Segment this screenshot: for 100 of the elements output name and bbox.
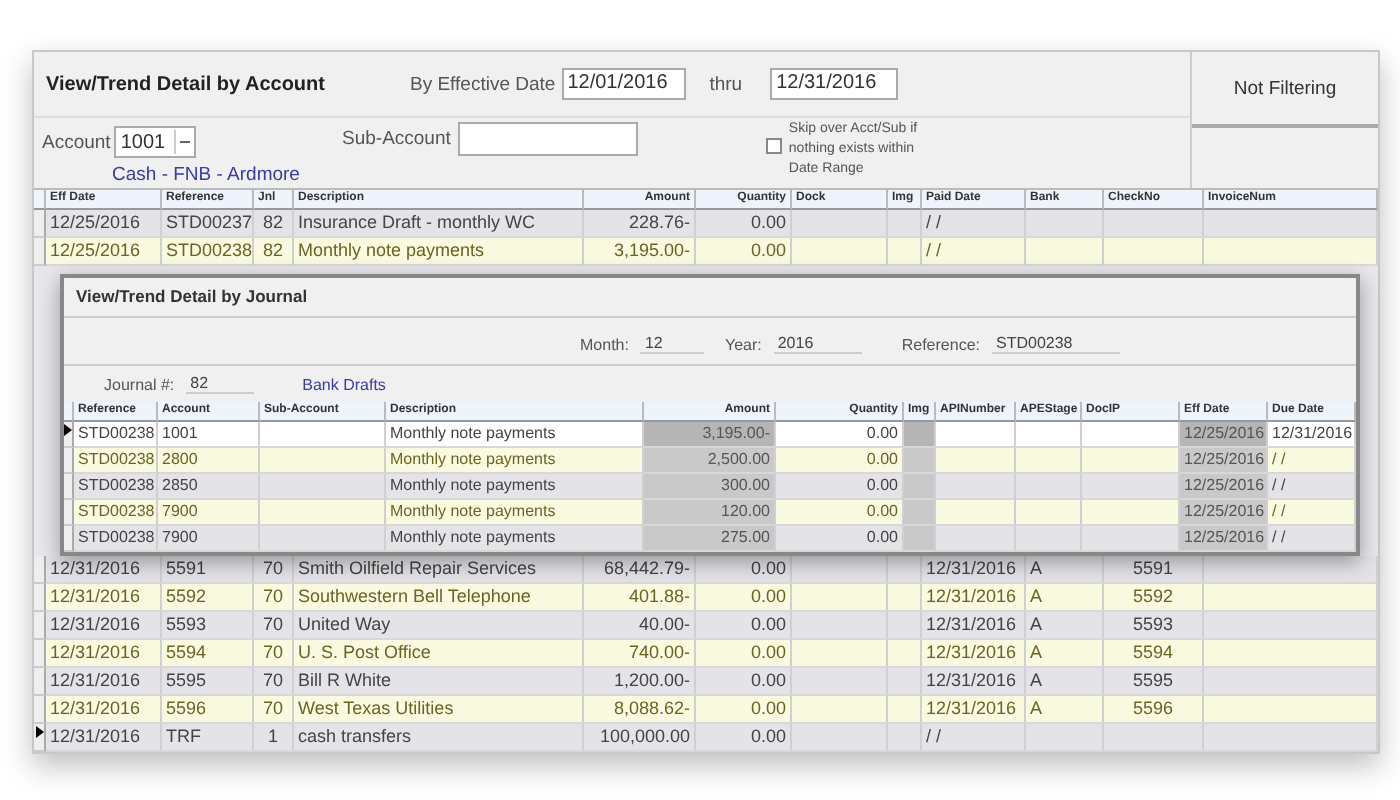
table-cell bbox=[1016, 422, 1082, 448]
table-cell: 70 bbox=[254, 584, 294, 612]
year-field[interactable]: 2016 bbox=[773, 334, 862, 354]
table-cell: United Way bbox=[294, 612, 584, 640]
table-cell: 70 bbox=[254, 640, 294, 668]
journal-name-link[interactable]: Bank Drafts bbox=[302, 375, 386, 393]
table-cell: 5593 bbox=[1104, 612, 1204, 640]
table-cell: 0.00 bbox=[696, 238, 792, 266]
table-cell bbox=[1082, 448, 1180, 474]
account-dropdown[interactable]: 1001 bbox=[114, 126, 196, 158]
table-cell bbox=[792, 584, 888, 612]
table-cell: 0.00 bbox=[696, 556, 792, 584]
table-cell: 5594 bbox=[162, 640, 254, 668]
table-cell: 70 bbox=[254, 556, 294, 584]
month-label: Month: bbox=[580, 335, 629, 353]
table-cell: 12/31/2016 bbox=[922, 612, 1026, 640]
thru-date-field[interactable]: 12/31/2016 bbox=[770, 68, 899, 100]
table-cell: 12/25/2016 bbox=[1180, 422, 1268, 448]
month-field[interactable]: 12 bbox=[640, 334, 705, 354]
table-cell bbox=[1104, 238, 1204, 266]
table-cell bbox=[260, 422, 386, 448]
table-cell: Smith Oilfield Repair Services bbox=[294, 556, 584, 584]
table-cell: 0.00 bbox=[776, 474, 904, 500]
dialog-title: View/Trend Detail by Journal bbox=[64, 278, 1356, 318]
table-cell: A bbox=[1026, 584, 1104, 612]
table-cell bbox=[888, 696, 922, 724]
table-cell bbox=[792, 612, 888, 640]
from-date-field[interactable]: 12/01/2016 bbox=[561, 68, 686, 100]
table-cell: 70 bbox=[254, 668, 294, 696]
table-cell: Monthly note payments bbox=[386, 500, 644, 526]
table-cell: A bbox=[1026, 696, 1104, 724]
table-cell: 12/31/2016 bbox=[922, 556, 1026, 584]
table-cell: 120.00 bbox=[644, 500, 776, 526]
table-cell: 300.00 bbox=[644, 474, 776, 500]
table-cell: 5592 bbox=[1104, 584, 1204, 612]
table-cell: 5594 bbox=[1104, 640, 1204, 668]
window-title: View/Trend Detail by Account bbox=[46, 73, 327, 95]
table-cell: 2800 bbox=[158, 448, 260, 474]
journal-label: Journal #: bbox=[104, 375, 175, 393]
table-cell bbox=[260, 448, 386, 474]
table-cell: 8,088.62- bbox=[584, 696, 696, 724]
table-cell: STD00238 bbox=[162, 238, 254, 266]
table-cell: A bbox=[1026, 640, 1104, 668]
reference-label: Reference: bbox=[901, 335, 980, 353]
table-cell: 5595 bbox=[162, 668, 254, 696]
table-cell: 1 bbox=[254, 724, 294, 752]
table-cell: STD00238 bbox=[74, 474, 158, 500]
table-cell: 5595 bbox=[1104, 668, 1204, 696]
table-cell: 12/31/2016 bbox=[922, 696, 1026, 724]
table-cell bbox=[888, 210, 922, 238]
table-cell bbox=[1026, 238, 1104, 266]
table-cell bbox=[904, 474, 936, 500]
table-cell: 3,195.00- bbox=[584, 238, 696, 266]
table-cell bbox=[936, 422, 1016, 448]
table-cell: 70 bbox=[254, 696, 294, 724]
table-cell: 12/25/2016 bbox=[46, 210, 162, 238]
table-cell: 5591 bbox=[1104, 556, 1204, 584]
table-cell: 5596 bbox=[162, 696, 254, 724]
table-cell: 5592 bbox=[162, 584, 254, 612]
table-cell: 12/31/2016 bbox=[46, 696, 162, 724]
table-cell: 228.76- bbox=[584, 210, 696, 238]
table-cell bbox=[936, 474, 1016, 500]
table-cell: 12/31/2016 bbox=[46, 584, 162, 612]
table-cell bbox=[1082, 500, 1180, 526]
table-cell bbox=[888, 584, 922, 612]
journal-field[interactable]: 82 bbox=[186, 374, 255, 394]
table-cell: STD00238 bbox=[74, 448, 158, 474]
reference-field[interactable]: STD00238 bbox=[992, 334, 1120, 354]
table-cell: 100,000.00 bbox=[584, 724, 696, 752]
table-cell: Monthly note payments bbox=[386, 526, 644, 552]
table-cell bbox=[1026, 210, 1104, 238]
table-cell: 5593 bbox=[162, 612, 254, 640]
table-cell bbox=[792, 210, 888, 238]
year-label: Year: bbox=[724, 335, 762, 353]
table-cell bbox=[936, 448, 1016, 474]
table-cell bbox=[904, 526, 936, 552]
table-cell: 0.00 bbox=[696, 640, 792, 668]
table-cell: 82 bbox=[254, 210, 294, 238]
sub-account-field[interactable] bbox=[458, 122, 639, 156]
account-name-link[interactable]: Cash - FNB - Ardmore bbox=[112, 164, 342, 186]
table-cell: Insurance Draft - monthly WC bbox=[294, 210, 584, 238]
table-cell bbox=[792, 640, 888, 668]
skip-checkbox[interactable] bbox=[766, 138, 783, 154]
table-cell: / / bbox=[922, 724, 1026, 752]
table-cell bbox=[888, 668, 922, 696]
table-cell: 12/31/2016 bbox=[46, 612, 162, 640]
table-cell: 12/31/2016 bbox=[46, 724, 162, 752]
table-cell: Bill R White bbox=[294, 668, 584, 696]
table-cell: Monthly note payments bbox=[386, 448, 644, 474]
table-cell bbox=[888, 640, 922, 668]
table-cell: 0.00 bbox=[696, 210, 792, 238]
table-cell bbox=[888, 612, 922, 640]
table-cell bbox=[792, 668, 888, 696]
table-cell: 5591 bbox=[162, 556, 254, 584]
table-cell bbox=[1016, 500, 1082, 526]
table-cell: / / bbox=[922, 238, 1026, 266]
table-cell: / / bbox=[1268, 526, 1356, 552]
table-cell: / / bbox=[1268, 474, 1356, 500]
table-cell: 12/31/2016 bbox=[922, 640, 1026, 668]
table-cell: / / bbox=[1268, 500, 1356, 526]
